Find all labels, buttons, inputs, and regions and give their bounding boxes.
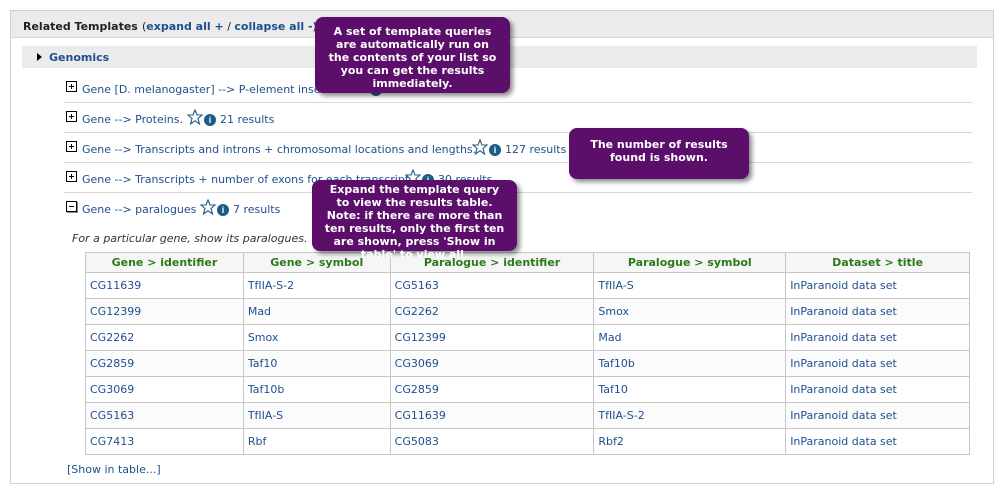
table-cell[interactable]: CG12399 <box>389 324 595 351</box>
column-header[interactable]: Paralogue > symbol <box>593 252 787 273</box>
table-cell[interactable]: CG2262 <box>389 298 595 325</box>
table-cell[interactable]: CG2262 <box>85 324 244 351</box>
minus-box-icon[interactable] <box>66 201 77 212</box>
star-icon[interactable] <box>187 109 203 125</box>
table-cell[interactable]: CG5163 <box>389 272 595 299</box>
info-icon[interactable]: i <box>204 114 216 126</box>
result-count[interactable]: 7 results <box>233 203 280 216</box>
expand-collapse-controls: (expand all + / collapse all -) <box>142 20 317 33</box>
table-row: CG2859 Taf10 CG3069 Taf10b InParanoid da… <box>85 350 970 377</box>
expand-triangle-icon <box>37 53 42 61</box>
plus-box-icon[interactable] <box>66 81 77 92</box>
table-cell[interactable]: Taf10b <box>242 376 391 403</box>
table-row: CG5163 TfIIA-S CG11639 TfIIA-S-2 InParan… <box>85 402 970 429</box>
table-cell[interactable]: InParanoid data set <box>785 428 970 455</box>
table-cell[interactable]: Rbf2 <box>593 428 787 455</box>
table-cell[interactable]: InParanoid data set <box>785 272 970 299</box>
template-row: Gene --> Transcripts and introns + chrom… <box>64 133 972 163</box>
table-cell[interactable]: InParanoid data set <box>785 350 970 377</box>
table-cell[interactable]: Smox <box>242 324 391 351</box>
table-cell[interactable]: Mad <box>242 298 391 325</box>
table-cell[interactable]: InParanoid data set <box>785 324 970 351</box>
table-cell[interactable]: Rbf <box>242 428 391 455</box>
results-table: Gene > identifier Gene > symbol Paralogu… <box>85 252 970 455</box>
table-row: CG11639 TfIIA-S-2 CG5163 TfIIA-S InParan… <box>85 272 970 299</box>
template-row: Gene [D. melanogaster] --> P-element ins… <box>64 73 972 103</box>
table-cell[interactable]: Smox <box>593 298 787 325</box>
table-cell[interactable]: CG12399 <box>85 298 244 325</box>
column-header[interactable]: Gene > identifier <box>85 252 244 273</box>
template-link[interactable]: Gene [D. melanogaster] --> P-element ins… <box>82 83 325 96</box>
collapse-all-link[interactable]: collapse all - <box>234 20 312 33</box>
template-row-expanded: Gene --> paralogues i 7 results <box>64 193 972 223</box>
table-cell[interactable]: CG7413 <box>85 428 244 455</box>
table-cell[interactable]: CG11639 <box>85 272 244 299</box>
table-cell[interactable]: Taf10 <box>593 376 787 403</box>
table-cell[interactable]: TfIIA-S <box>593 272 787 299</box>
template-description: For a particular gene, show its paralogu… <box>72 232 308 245</box>
table-cell[interactable]: InParanoid data set <box>785 376 970 403</box>
template-row: Gene --> Proteins. i 21 results <box>64 103 972 133</box>
table-cell[interactable]: CG5083 <box>389 428 595 455</box>
template-link[interactable]: Gene --> Transcripts and introns + chrom… <box>82 143 476 156</box>
table-cell[interactable]: Taf10 <box>242 350 391 377</box>
table-cell[interactable]: InParanoid data set <box>785 298 970 325</box>
table-cell[interactable]: InParanoid data set <box>785 402 970 429</box>
callout-result-count: The number of results found is shown. <box>569 128 749 179</box>
show-in-table-link[interactable]: [Show in table...] <box>67 463 161 476</box>
callout-expand-template: Expand the template query to view the re… <box>312 180 517 261</box>
table-cell[interactable]: CG3069 <box>389 350 595 377</box>
category-label: Genomics <box>49 51 110 64</box>
template-link[interactable]: Gene --> Proteins. <box>82 113 183 126</box>
table-cell[interactable]: TfIIA-S-2 <box>593 402 787 429</box>
table-row: CG12399 Mad CG2262 Smox InParanoid data … <box>85 298 970 325</box>
plus-box-icon[interactable] <box>66 141 77 152</box>
star-icon[interactable] <box>472 139 488 155</box>
table-cell[interactable]: TfIIA-S <box>242 402 391 429</box>
column-header[interactable]: Dataset > title <box>785 252 970 273</box>
plus-box-icon[interactable] <box>66 171 77 182</box>
expand-all-link[interactable]: expand all + <box>146 20 223 33</box>
result-count[interactable]: 21 results <box>220 113 274 126</box>
table-cell[interactable]: Taf10b <box>593 350 787 377</box>
table-row: CG7413 Rbf CG5083 Rbf2 InParanoid data s… <box>85 428 970 455</box>
panel-title: Related Templates <box>23 20 138 33</box>
table-cell[interactable]: CG2859 <box>85 350 244 377</box>
table-header-row: Gene > identifier Gene > symbol Paralogu… <box>85 252 970 273</box>
template-link[interactable]: Gene --> paralogues <box>82 203 196 216</box>
table-cell[interactable]: Mad <box>593 324 787 351</box>
table-cell[interactable]: CG5163 <box>85 402 244 429</box>
table-cell[interactable]: CG2859 <box>389 376 595 403</box>
plus-box-icon[interactable] <box>66 111 77 122</box>
table-cell[interactable]: TfIIA-S-2 <box>242 272 391 299</box>
table-cell[interactable]: CG11639 <box>389 402 595 429</box>
table-row: CG2262 Smox CG12399 Mad InParanoid data … <box>85 324 970 351</box>
result-count[interactable]: 127 results <box>505 143 566 156</box>
info-icon[interactable]: i <box>489 144 501 156</box>
callout-template-queries: A set of template queries are automatica… <box>315 17 510 93</box>
star-icon[interactable] <box>200 199 216 215</box>
template-row: Gene --> Transcripts + number of exons f… <box>64 163 972 193</box>
info-icon[interactable]: i <box>217 204 229 216</box>
table-cell[interactable]: CG3069 <box>85 376 244 403</box>
separator: / <box>223 20 235 33</box>
table-row: CG3069 Taf10b CG2859 Taf10 InParanoid da… <box>85 376 970 403</box>
